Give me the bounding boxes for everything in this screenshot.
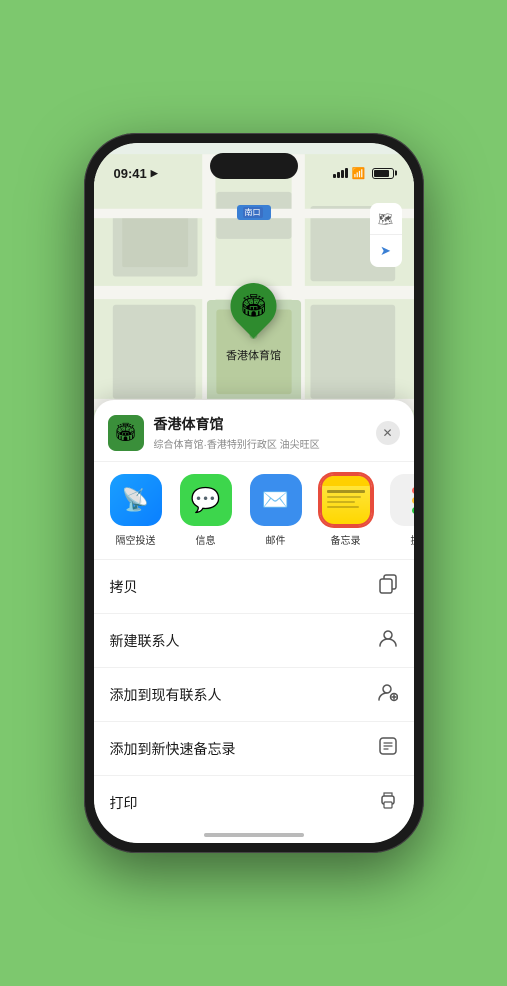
share-item-airdrop[interactable]: 📡 隔空投送	[102, 474, 170, 547]
share-item-more[interactable]: 提	[382, 474, 414, 547]
mail-label: 邮件	[266, 532, 286, 547]
location-icon: ➤	[380, 243, 391, 259]
action-print[interactable]: 打印	[94, 776, 414, 821]
print-icon	[378, 790, 398, 815]
more-label: 提	[411, 532, 414, 547]
location-arrow-icon: ▶	[151, 168, 158, 179]
close-button[interactable]: ✕	[376, 421, 400, 445]
phone-frame: 09:41 ▶ 📶	[84, 133, 424, 853]
dynamic-island	[210, 153, 298, 179]
airdrop-icon: 📡	[110, 474, 162, 526]
venue-icon-emoji: 🏟	[114, 422, 137, 443]
more-icon	[390, 474, 414, 526]
wifi-icon: 📶	[352, 167, 366, 180]
signal-bars-icon	[333, 168, 348, 178]
mail-icon: ✉️	[250, 474, 302, 526]
share-row: 📡 隔空投送 💬 信息 ✉️ 邮件	[94, 462, 414, 560]
copy-label: 拷贝	[110, 577, 138, 597]
bottom-sheet: 🏟 香港体育馆 综合体育馆·香港特别行政区 油尖旺区 ✕ 📡 隔空投送	[94, 400, 414, 843]
home-indicator	[204, 833, 304, 837]
share-item-messages[interactable]: 💬 信息	[172, 474, 240, 547]
map-type-icon: 🗺	[378, 212, 393, 226]
action-copy[interactable]: 拷贝	[94, 560, 414, 614]
action-new-contact[interactable]: 新建联系人	[94, 614, 414, 668]
time-display: 09:41	[114, 166, 147, 181]
status-time: 09:41 ▶	[114, 166, 158, 181]
messages-label: 信息	[196, 532, 216, 547]
pin-label: 香港体育馆	[226, 347, 281, 363]
notes-label: 备忘录	[331, 532, 361, 547]
copy-icon	[378, 574, 398, 599]
share-item-mail[interactable]: ✉️ 邮件	[242, 474, 310, 547]
map-type-button[interactable]: 🗺	[370, 203, 402, 235]
share-item-notes[interactable]: 备忘录	[312, 474, 380, 547]
add-notes-icon	[378, 736, 398, 761]
venue-info: 香港体育馆 综合体育馆·香港特别行政区 油尖旺区	[154, 414, 376, 451]
location-label: 南口	[237, 205, 271, 220]
action-add-existing[interactable]: 添加到现有联系人	[94, 668, 414, 722]
map-pin: 🏟 香港体育馆	[226, 283, 281, 363]
status-icons: 📶	[333, 167, 394, 180]
add-existing-label: 添加到现有联系人	[110, 685, 222, 705]
map-controls: 🗺 ➤	[370, 203, 402, 267]
airdrop-label: 隔空投送	[116, 532, 156, 547]
battery-icon	[372, 168, 394, 179]
print-label: 打印	[110, 793, 138, 813]
venue-icon: 🏟	[108, 415, 144, 451]
notes-icon	[320, 474, 372, 526]
venue-header: 🏟 香港体育馆 综合体育馆·香港特别行政区 油尖旺区 ✕	[94, 400, 414, 462]
location-button[interactable]: ➤	[370, 235, 402, 267]
new-contact-label: 新建联系人	[110, 631, 180, 651]
phone-screen: 09:41 ▶ 📶	[94, 143, 414, 843]
messages-icon: 💬	[180, 474, 232, 526]
add-notes-label: 添加到新快速备忘录	[110, 739, 236, 759]
action-add-notes[interactable]: 添加到新快速备忘录	[94, 722, 414, 776]
more-dots	[412, 487, 414, 514]
venue-subtitle: 综合体育馆·香港特别行政区 油尖旺区	[154, 436, 376, 451]
new-contact-icon	[378, 628, 398, 653]
add-existing-icon	[378, 682, 398, 707]
venue-name: 香港体育馆	[154, 414, 376, 434]
